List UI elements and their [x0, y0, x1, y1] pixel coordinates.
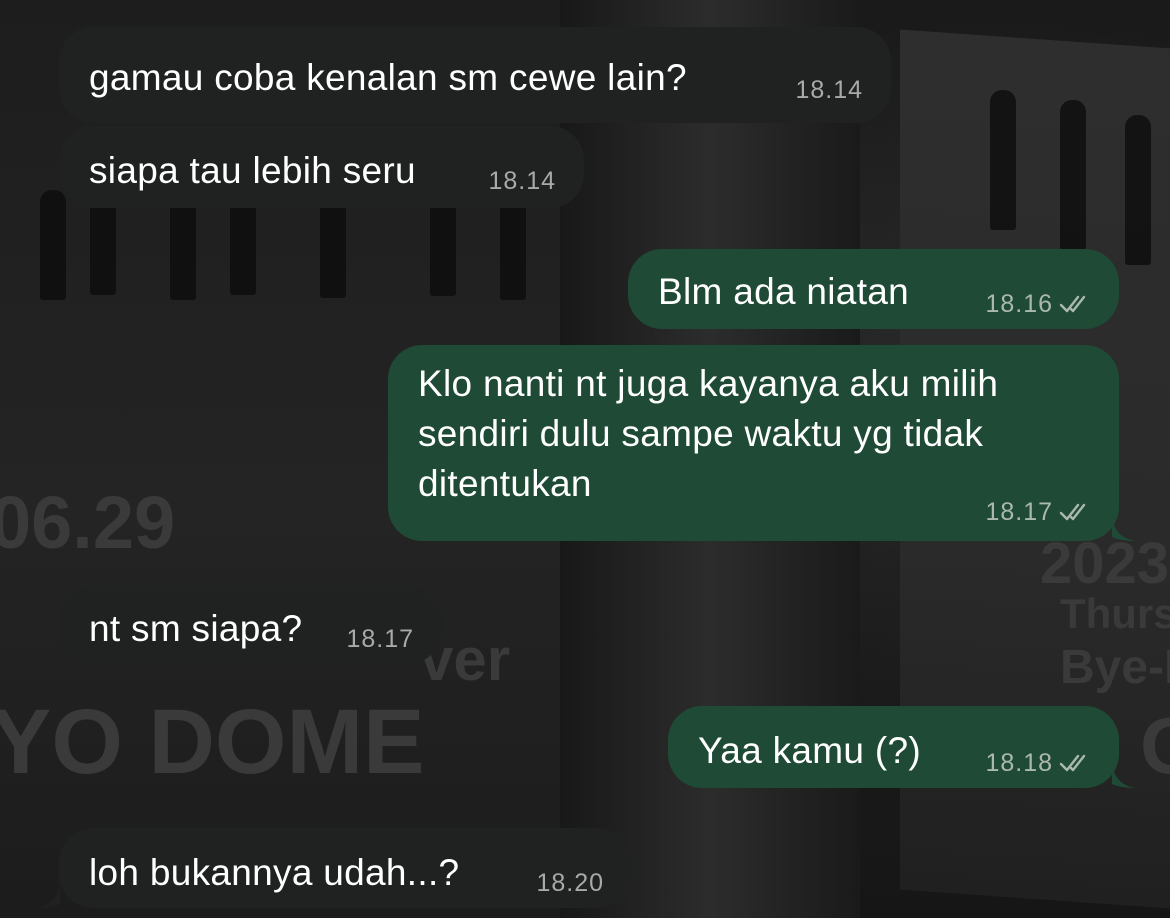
message-text: siapa tau lebih seru [89, 150, 416, 191]
bubble-tail [1112, 517, 1136, 541]
message-timestamp: 18.18 [985, 748, 1091, 778]
outgoing-message-bubble[interactable]: Klo nanti nt juga kayanya aku milih send… [388, 345, 1119, 541]
incoming-message-bubble[interactable]: loh bukannya udah...? 18.20 [59, 828, 632, 908]
double-check-icon [1059, 295, 1086, 313]
outgoing-message-bubble[interactable]: Blm ada niatan 18.16 [628, 249, 1119, 329]
bubble-tail [36, 884, 60, 908]
wallpaper-text: Thursd [1060, 590, 1170, 637]
wallpaper-text: Bye-E [1060, 641, 1170, 694]
message-text: Yaa kamu (?) [698, 730, 921, 771]
timestamp-text: 18.16 [985, 290, 1053, 318]
timestamp-text: 18.20 [536, 869, 604, 897]
timestamp-text: 18.14 [795, 76, 863, 104]
wallpaper-figure [1060, 100, 1086, 250]
wallpaper-text: YO DOME [0, 691, 425, 793]
message-text: nt sm siapa? [89, 608, 303, 649]
message-timestamp: 18.17 [346, 624, 414, 654]
message-text: gamau coba kenalan sm cewe lain? [89, 57, 687, 98]
message-text: Klo nanti nt juga kayanya aku milih send… [418, 363, 999, 504]
wallpaper-text: 06.29 [0, 481, 176, 564]
timestamp-text: 18.17 [985, 498, 1053, 526]
bubble-tail [1112, 764, 1136, 788]
outgoing-message-bubble[interactable]: Yaa kamu (?) 18.18 [668, 706, 1119, 788]
message-text: Blm ada niatan [658, 271, 910, 312]
incoming-message-bubble[interactable]: siapa tau lebih seru 18.14 [59, 126, 584, 208]
timestamp-text: 18.18 [985, 749, 1053, 777]
message-timestamp: 18.20 [536, 868, 604, 898]
wallpaper-figure [40, 190, 66, 300]
incoming-message-bubble[interactable]: gamau coba kenalan sm cewe lain? 18.14 [59, 27, 891, 123]
wallpaper-figure [990, 90, 1016, 230]
message-timestamp: 18.17 [985, 497, 1091, 527]
timestamp-text: 18.17 [346, 625, 414, 653]
message-timestamp: 18.14 [795, 75, 863, 105]
double-check-icon [1059, 754, 1086, 772]
message-text: loh bukannya udah...? [89, 852, 460, 893]
message-timestamp: 18.14 [488, 166, 556, 196]
double-check-icon [1059, 503, 1086, 521]
incoming-message-bubble[interactable]: nt sm siapa? 18.17 [59, 586, 442, 664]
wallpaper-figure [1125, 115, 1151, 265]
wallpaper-text: O [1140, 700, 1170, 792]
message-timestamp: 18.16 [985, 289, 1091, 319]
timestamp-text: 18.14 [488, 167, 556, 195]
